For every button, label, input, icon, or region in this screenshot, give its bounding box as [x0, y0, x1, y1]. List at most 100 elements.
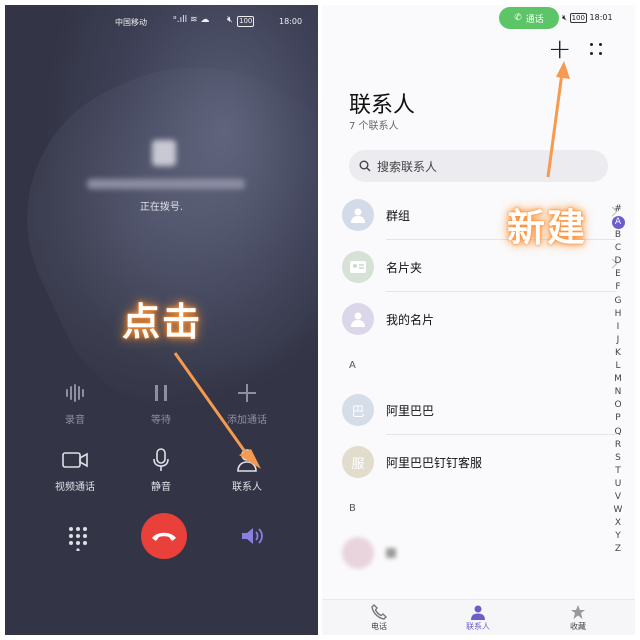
alphabet-letter[interactable]: W [611, 504, 625, 517]
list-item-label: 群组 [386, 208, 411, 223]
call-screen: 中国移动 ᵊ.ıll ≋ ☁ 🔇︎ 100 18:00 正在拨号. 录音 等待 … [5, 5, 318, 635]
contact-row[interactable]: 巴 阿里巴巴 [342, 390, 612, 430]
tab-label: 收藏 [570, 622, 586, 631]
contacts-label: 联系人 [232, 482, 262, 493]
dialpad-icon [69, 527, 87, 552]
status-bar: 🔇︎ 100 18:01 [562, 13, 613, 23]
contact-avatar: 服 [342, 446, 374, 478]
search-icon [359, 160, 371, 172]
phone-icon: ✆ [514, 13, 522, 23]
contact-name-redacted [386, 548, 396, 558]
alphabet-letter[interactable]: L [611, 360, 625, 373]
alphabet-letter[interactable]: M [611, 373, 625, 386]
tab-contacts[interactable]: 联系人 [448, 603, 508, 632]
alphabet-letter[interactable]: R [611, 439, 625, 452]
waveform-icon [40, 381, 110, 405]
alphabet-index[interactable]: # A B C D E F G H I J K L M N O P Q R S T U V W X Y Z [611, 203, 625, 556]
clock: 18:01 [589, 13, 613, 22]
call-status: 正在拨号. [139, 202, 184, 213]
page-title: 联系人 [349, 93, 416, 118]
list-item-label: 我的名片 [386, 312, 435, 327]
video-call-button[interactable]: 视频通话 [40, 448, 110, 493]
caller-name-redacted [152, 140, 176, 166]
contact-name: 阿里巴巴钉钉客服 [386, 455, 483, 470]
battery-label: 100 [237, 16, 255, 27]
more-options-icon[interactable] [590, 43, 604, 57]
my-card-avatar [342, 303, 374, 335]
bottom-nav: 电话 联系人 收藏 [322, 599, 635, 635]
divider [386, 434, 616, 435]
tab-favorites[interactable]: 收藏 [548, 603, 608, 632]
carrier-label: 中国移动 [115, 18, 147, 27]
alphabet-letter[interactable]: Z [611, 543, 625, 556]
ongoing-call-pill[interactable]: ✆ 通话 [499, 7, 559, 29]
hang-up-icon [152, 532, 176, 541]
end-call-button[interactable] [141, 513, 187, 559]
alphabet-letter[interactable]: P [611, 412, 625, 425]
alphabet-letter[interactable]: O [611, 399, 625, 412]
mute-label: 静音 [151, 482, 171, 493]
contacts-icon [448, 603, 508, 621]
annotation-arrow-left [173, 352, 261, 469]
alphabet-letter[interactable]: D [611, 255, 625, 268]
tab-phone[interactable]: 电话 [349, 603, 409, 632]
video-camera-icon [40, 448, 110, 472]
alphabet-letter[interactable]: I [611, 321, 625, 334]
section-header-a: A [349, 360, 356, 371]
group-icon [342, 199, 374, 231]
contact-row[interactable] [342, 533, 612, 573]
list-item-label: 名片夹 [386, 260, 423, 275]
alphabet-letter[interactable]: U [611, 478, 625, 491]
speaker-icon [242, 528, 263, 544]
alphabet-letter[interactable]: C [611, 242, 625, 255]
star-icon [548, 603, 608, 621]
divider [386, 291, 616, 292]
mute-mic-icon: 🔇︎ [227, 15, 233, 25]
alphabet-letter[interactable]: V [611, 491, 625, 504]
contact-avatar-redacted [342, 537, 374, 569]
annotation-arrow-right [546, 61, 570, 178]
alphabet-letter[interactable]: Q [611, 426, 625, 439]
record-label: 录音 [65, 415, 85, 426]
contact-name: 阿里巴巴 [386, 403, 435, 418]
alphabet-letter[interactable]: E [611, 268, 625, 281]
caller-number-redacted [87, 179, 245, 189]
alphabet-letter[interactable]: H [611, 308, 625, 321]
battery-label: 100 [569, 13, 587, 23]
alphabet-letter[interactable]: G [611, 295, 625, 308]
contact-row[interactable]: 服 阿里巴巴钉钉客服 [342, 442, 612, 482]
alphabet-letter[interactable]: X [611, 517, 625, 530]
contacts-screen: ✆ 通话 🔇︎ 100 18:01 + 联系人 7 个联系人 搜索联系人 群组 … [322, 5, 635, 635]
alphabet-letter[interactable]: S [611, 452, 625, 465]
list-item-my-card[interactable]: 我的名片 [342, 299, 612, 339]
alphabet-letter[interactable]: F [611, 281, 625, 294]
clock: 18:00 [279, 17, 303, 26]
mute-icon: 🔇︎ [562, 13, 568, 22]
search-placeholder: 搜索联系人 [377, 159, 438, 174]
alphabet-letter[interactable]: B [611, 229, 625, 242]
alphabet-letter[interactable]: # [611, 203, 625, 216]
dialpad-button[interactable] [67, 525, 89, 552]
tab-label: 联系人 [466, 622, 490, 631]
alphabet-letter[interactable]: J [611, 334, 625, 347]
list-item-business-cards[interactable]: 名片夹 [342, 247, 618, 287]
tap-annotation: 点击 [122, 300, 203, 344]
record-button[interactable]: 录音 [40, 381, 110, 426]
signal-wifi-icon: ᵊ.ıll ≋ ☁ [173, 15, 210, 25]
phone-icon [349, 603, 409, 621]
alphabet-letter[interactable]: A [611, 216, 625, 230]
tab-label: 电话 [371, 622, 387, 631]
speaker-button[interactable] [240, 525, 266, 551]
alphabet-letter[interactable]: Y [611, 530, 625, 543]
business-card-icon [342, 251, 374, 283]
status-bar: 中国移动 ᵊ.ıll ≋ ☁ 🔇︎ 100 18:00 [5, 15, 318, 31]
alphabet-letter[interactable]: N [611, 386, 625, 399]
alphabet-letter[interactable]: T [611, 465, 625, 478]
alphabet-letter[interactable]: K [611, 347, 625, 360]
video-call-label: 视频通话 [55, 482, 95, 493]
contact-count: 7 个联系人 [349, 121, 399, 132]
new-annotation: 新建 [507, 206, 588, 250]
contact-avatar: 巴 [342, 394, 374, 426]
section-header-b: B [349, 503, 356, 514]
call-pill-label: 通话 [525, 14, 544, 25]
